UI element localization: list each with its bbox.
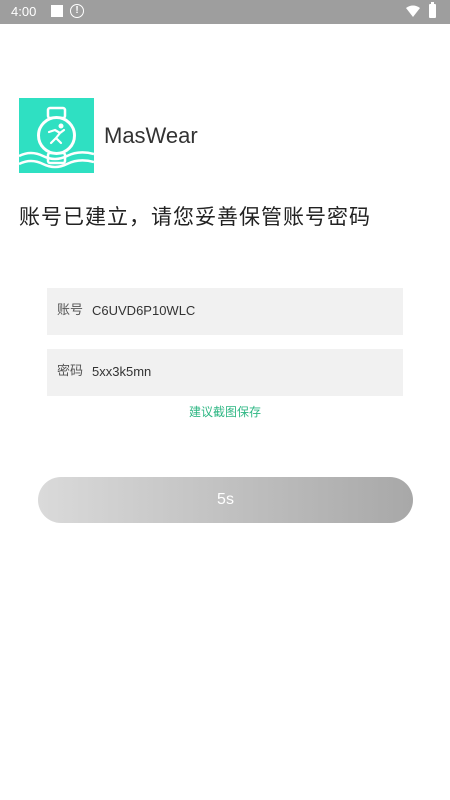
password-field: 密码 5xx3k5mn xyxy=(47,349,403,396)
smartwatch-runner-logo-icon xyxy=(18,106,95,169)
status-bar: 4:00 ! xyxy=(0,0,450,24)
status-time: 4:00 xyxy=(11,4,37,19)
stop-square-icon xyxy=(51,5,63,17)
password-value: 5xx3k5mn xyxy=(92,364,152,379)
app-name: MasWear xyxy=(104,123,198,148)
alert-circle-icon: ! xyxy=(70,4,84,18)
screenshot-hint: 建议截图保存 xyxy=(188,405,261,419)
account-label: 账号 xyxy=(57,303,84,318)
account-field: 账号 C6UVD6P10WLC xyxy=(47,288,403,335)
wifi-icon xyxy=(406,5,420,17)
account-created-headline: 账号已建立，请您妥善保管账号密码 xyxy=(19,205,371,229)
countdown-button[interactable]: 5s xyxy=(38,477,413,523)
app-logo xyxy=(18,98,95,173)
account-value: C6UVD6P10WLC xyxy=(92,303,196,318)
battery-icon xyxy=(429,2,436,18)
password-label: 密码 xyxy=(57,364,84,379)
